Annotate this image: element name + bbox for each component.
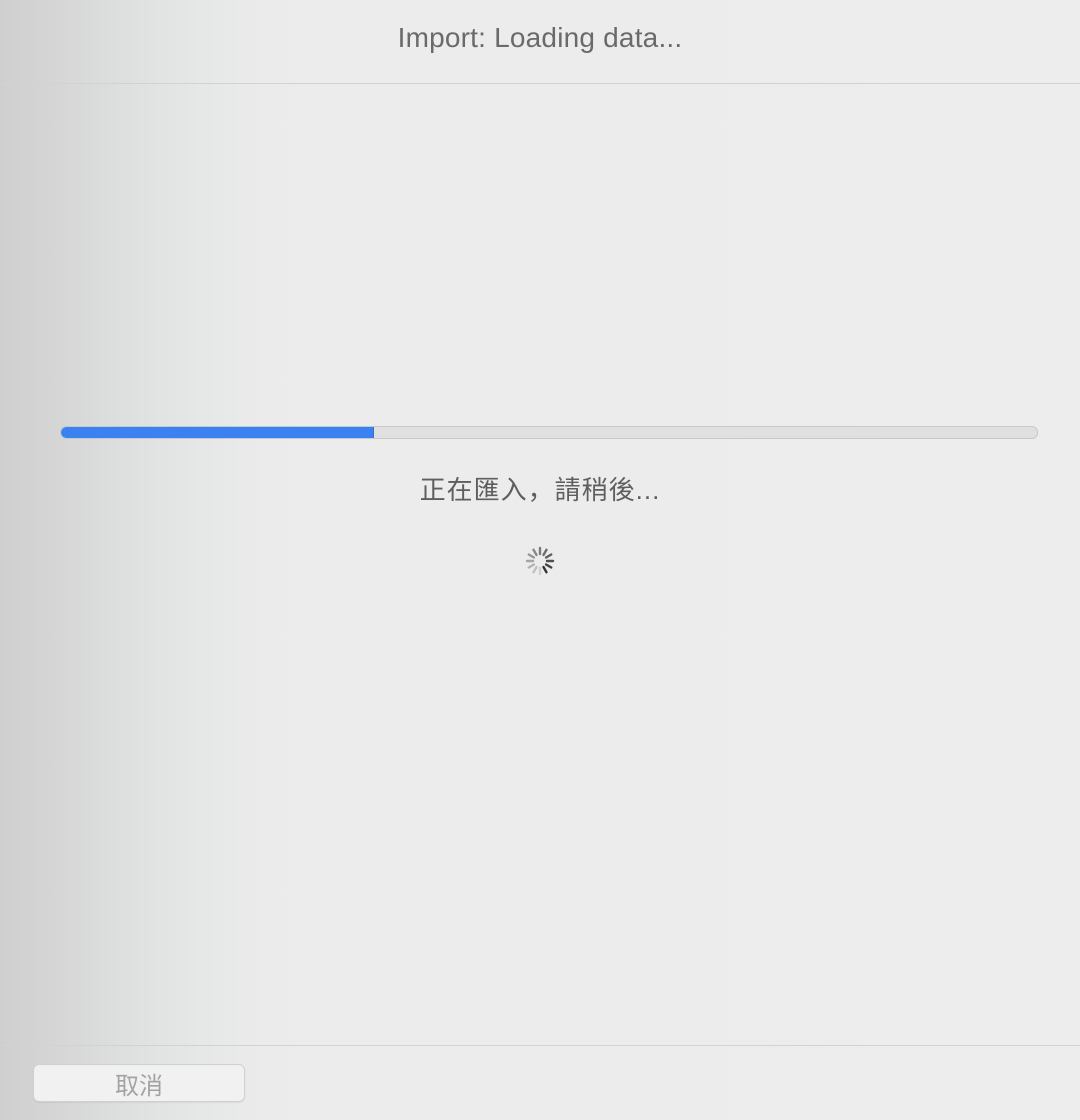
spinner-spoke [544, 553, 553, 559]
spinner-spoke [527, 563, 536, 569]
spinner-spoke [542, 548, 548, 557]
spinner-spoke [532, 565, 538, 574]
progress-fill [61, 427, 375, 438]
title-bar: Import: Loading data... [0, 0, 1080, 84]
cancel-button[interactable]: 取消 [33, 1064, 245, 1102]
window-title: Import: Loading data... [397, 21, 683, 53]
progress-bar [60, 426, 1038, 439]
spinner-spoke [542, 565, 548, 574]
status-message: 正在匯入，請稍後... [419, 475, 661, 505]
spinner-spoke [527, 553, 536, 559]
spinner-spoke [544, 563, 553, 569]
spinner-spoke [532, 548, 538, 557]
spinner-icon [525, 546, 555, 576]
import-dialog: Import: Loading data... 正在匯入，請稍後... 取消 [0, 0, 1080, 1120]
footer-bar: 取消 [0, 1045, 1080, 1120]
